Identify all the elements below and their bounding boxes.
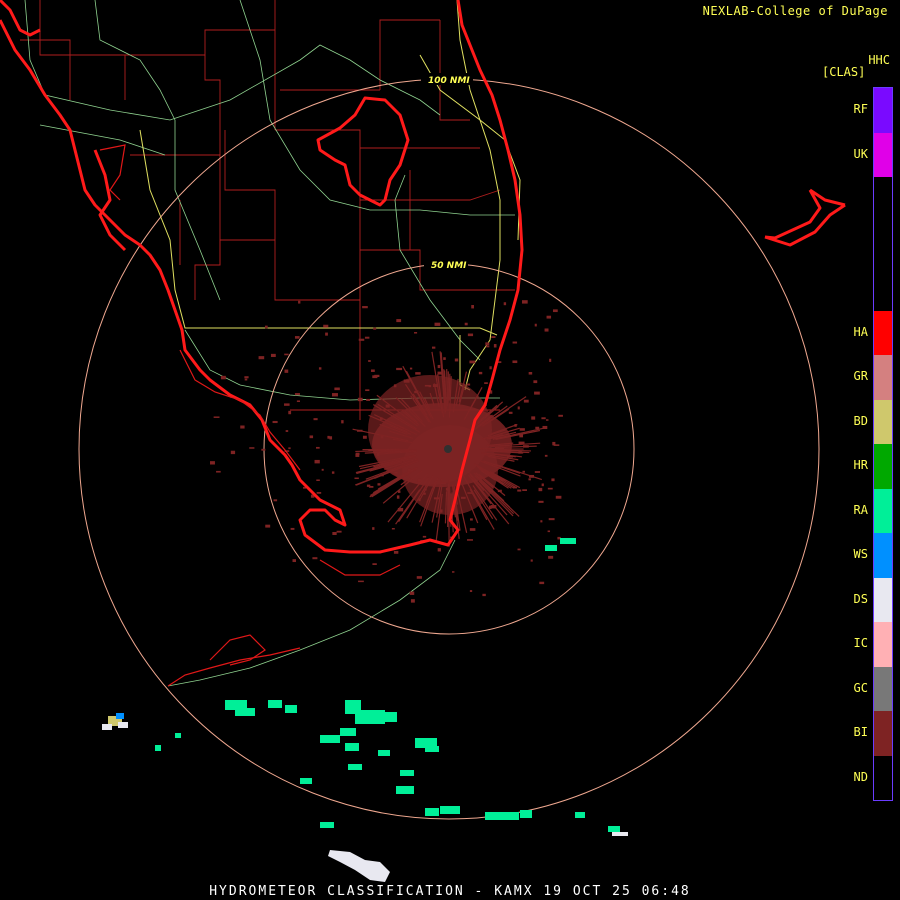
radar-echo-bi xyxy=(210,300,563,603)
legend-color-bar xyxy=(873,87,893,801)
legend-label-ws: WS xyxy=(853,547,868,562)
legend-label-gc: GC xyxy=(853,680,868,695)
interstates xyxy=(139,0,521,391)
ring-label-100: 100 NMI xyxy=(428,76,470,86)
credit-text: NEXLAB-College of DuPage xyxy=(702,4,888,18)
highways xyxy=(24,0,515,687)
legend-label-ra: RA xyxy=(853,502,868,517)
legend-swatch-uk xyxy=(874,132,892,177)
legend-swatch-ic xyxy=(874,622,892,667)
legend-swatch-gr xyxy=(874,355,892,400)
radar-echo-rain xyxy=(155,538,620,832)
legend-label-bi: BI xyxy=(853,725,868,740)
ring-label-50: 50 NMI xyxy=(431,261,467,271)
legend-label-ds: DS xyxy=(853,591,868,606)
legend-swatch-gc xyxy=(874,666,892,711)
legend-label-nd: ND xyxy=(853,769,868,784)
legend-label-ha: HA xyxy=(853,324,868,339)
legend-title: HHC [CLAS] xyxy=(822,54,890,78)
legend-label-ic: IC xyxy=(853,636,868,651)
legend-swatch-ra xyxy=(874,488,892,533)
legend-swatch-empty-2 xyxy=(874,177,892,222)
radar-map: 50 NMI 100 NMI xyxy=(0,0,846,882)
legend-swatch-empty-4 xyxy=(874,266,892,311)
legend-swatch-bd xyxy=(874,399,892,444)
legend-swatch-ha xyxy=(874,310,892,355)
legend-swatch-hr xyxy=(874,444,892,489)
legend-label-uk: UK xyxy=(853,146,868,161)
radar-echo-bd xyxy=(102,713,128,730)
legend-swatch-nd xyxy=(874,755,892,800)
legend-swatch-rf xyxy=(874,88,892,133)
radar-echo-snow xyxy=(328,832,628,882)
legend-label-hr: HR xyxy=(853,458,868,473)
legend-swatch-bi xyxy=(874,711,892,756)
coast-detail xyxy=(99,144,401,687)
legend-label-gr: GR xyxy=(853,369,868,384)
legend-label-bd: BD xyxy=(853,413,868,428)
legend-title-units: [CLAS] xyxy=(822,65,866,79)
legend-swatch-ws xyxy=(874,533,892,578)
legend-label-rf: RF xyxy=(853,102,868,117)
legend-swatch-ds xyxy=(874,577,892,622)
product-title: HYDROMETEOR CLASSIFICATION - KAMX 19 OCT… xyxy=(209,884,691,899)
legend-swatch-empty-3 xyxy=(874,221,892,266)
